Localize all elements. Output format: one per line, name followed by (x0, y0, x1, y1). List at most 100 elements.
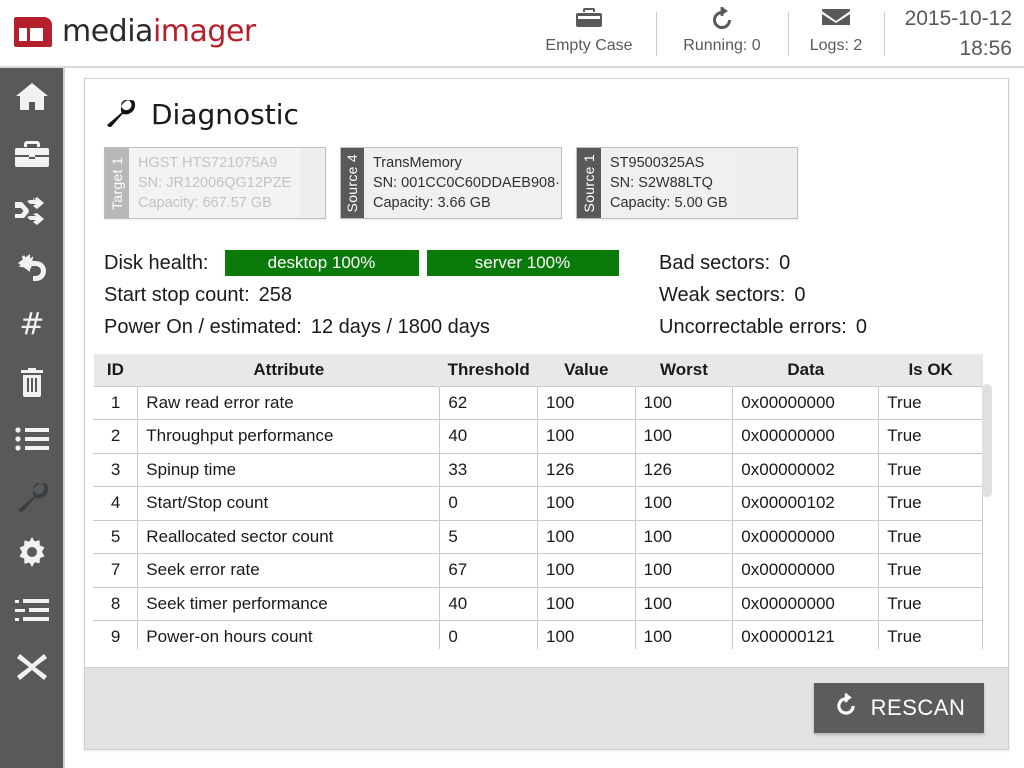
table-cell-id: 9 (93, 620, 139, 649)
weak-sectors-label: Weak sectors: (659, 283, 786, 306)
hash-icon: # (16, 309, 48, 341)
table-cell-is-ok: True (878, 553, 983, 588)
health-bar-server: server 100% (426, 250, 619, 276)
table-cell-is-ok: True (878, 486, 983, 521)
table-cell-value: 100 (537, 419, 636, 454)
table-cell-value: 100 (537, 553, 636, 588)
header-datetime: 2015-10-12 18:56 (905, 4, 1012, 64)
header-empty-case[interactable]: Empty Case (524, 6, 654, 62)
diagnostic-panel: Diagnostic Target 1 HGST HTS721075A9 SN:… (84, 78, 1009, 750)
table-row[interactable]: 8 Seek timer performance 40 100 100 0x0000000… (93, 586, 983, 621)
sidebar-item-home[interactable] (0, 68, 63, 125)
logo-wordmark: mediaimager (62, 14, 256, 49)
header-logs-label: Logs: 2 (809, 37, 863, 54)
drive-info: HGST HTS721075A9 SN: JR12006QG12PZE Capa… (129, 148, 301, 218)
table-cell-threshold: 67 (439, 553, 538, 588)
briefcase-icon (14, 139, 50, 169)
table-cell-attribute: Spinup time (137, 452, 441, 487)
table-row[interactable]: 2 Throughput performance 40 100 100 0x0000000… (93, 419, 983, 454)
sector-stats: Bad sectors: 0 Weak sectors: 0 Uncorrect… (659, 247, 867, 343)
bad-sectors-label: Bad sectors: (659, 251, 771, 274)
drive-card-source-1[interactable]: Source 1 ST9500325AS SN: S2W88LTQ Capaci… (576, 147, 798, 219)
wrench-icon (14, 480, 50, 512)
sidebar-item-settings[interactable] (0, 524, 63, 581)
mediaimager-logo-icon (14, 16, 52, 47)
table-cell-worst: 100 (635, 486, 734, 521)
table-cell-worst: 100 (635, 553, 734, 588)
table-cell-threshold: 62 (439, 385, 538, 420)
drive-model: HGST HTS721075A9 (138, 155, 278, 171)
drive-card-target-1[interactable]: Target 1 HGST HTS721075A9 SN: JR12006QG1… (104, 147, 326, 219)
table-cell-id: 8 (93, 586, 139, 621)
uncorrectable-errors-row: Uncorrectable errors: 0 (659, 311, 867, 343)
table-cell-threshold: 5 (439, 519, 538, 554)
header-logs[interactable]: Logs: 2 (790, 6, 882, 62)
table-scrollbar[interactable] (982, 384, 992, 646)
bad-sectors-value: 0 (779, 251, 791, 274)
wrench-icon (103, 97, 137, 132)
header-running[interactable]: Running: 0 (660, 6, 784, 62)
logo-text-primary: media (62, 14, 153, 49)
undo-arrow-icon (14, 252, 50, 284)
sidebar-item-wipe[interactable] (0, 353, 63, 410)
header-running-label: Running: 0 (683, 37, 761, 54)
column-header-attribute[interactable]: Attribute (137, 354, 441, 386)
drive-list: Target 1 HGST HTS721075A9 SN: JR12006QG1… (104, 147, 798, 219)
table-row[interactable]: 9 Power-on hours count 0 100 100 0x00000121 Tr… (93, 620, 983, 649)
column-header-id[interactable]: ID (93, 354, 139, 386)
drive-tab-label: Source 4 (341, 148, 364, 218)
table-cell-data: 0x00000121 (732, 620, 880, 649)
table-row[interactable]: 7 Seek error rate 67 100 100 0x00000000 True (93, 553, 983, 588)
column-header-value[interactable]: Value (537, 354, 636, 386)
header-date: 2015-10-12 (904, 7, 1012, 30)
start-stop-value: 258 (258, 283, 293, 306)
table-row[interactable]: 5 Reallocated sector count 5 100 100 0x000000… (93, 519, 983, 554)
table-cell-value: 126 (537, 452, 636, 487)
column-header-threshold[interactable]: Threshold (439, 354, 538, 386)
table-cell-worst: 100 (635, 586, 734, 621)
table-scrollbar-thumb[interactable] (982, 384, 992, 497)
table-row[interactable]: 3 Spinup time 33 126 126 0x00000002 True (93, 452, 983, 487)
table-cell-is-ok: True (878, 586, 983, 621)
close-x-icon (15, 652, 49, 682)
drive-capacity: Capacity: 5.00 GB (610, 195, 728, 211)
rescan-button[interactable]: RESCAN (814, 683, 984, 733)
table-cell-id: 2 (93, 419, 139, 454)
sidebar-item-list[interactable] (0, 410, 63, 467)
health-bar-desktop: desktop 100% (224, 250, 419, 276)
table-cell-data: 0x00000002 (732, 452, 880, 487)
sidebar-item-exit[interactable] (0, 638, 63, 695)
sidebar-item-hash[interactable]: # (0, 296, 63, 353)
table-header-row: ID Attribute Threshold Value Worst Data … (93, 354, 983, 386)
table-cell-is-ok: True (878, 419, 983, 454)
sidebar-item-transfer[interactable] (0, 182, 63, 239)
power-on-value: 12 days / 1800 days (310, 315, 490, 338)
drive-stats: Disk health: desktop 100% server 100% St… (104, 247, 994, 343)
table-cell-threshold: 40 (439, 586, 538, 621)
table-row[interactable]: 1 Raw read error rate 62 100 100 0x00000000 Tr… (93, 385, 983, 420)
bad-sectors-row: Bad sectors: 0 (659, 247, 867, 279)
app-header: mediaimager Empty Case Running: 0 Logs: … (0, 0, 1024, 68)
table-cell-value: 100 (537, 486, 636, 521)
sidebar-item-case[interactable] (0, 125, 63, 182)
drive-card-source-4[interactable]: Source 4 TransMemory SN: 001CC0C60DDAEB9… (340, 147, 562, 219)
shuffle-icon (13, 196, 51, 226)
header-divider (656, 12, 657, 56)
header-divider (788, 12, 789, 56)
gear-icon (15, 536, 49, 570)
column-header-data[interactable]: Data (732, 354, 880, 386)
list-indent-icon (14, 596, 50, 624)
sidebar-item-restore[interactable] (0, 239, 63, 296)
table-row[interactable]: 4 Start/Stop count 0 100 100 0x00000102 True (93, 486, 983, 521)
table-cell-attribute: Start/Stop count (137, 486, 441, 521)
sidebar-item-diagnostic[interactable] (0, 467, 63, 524)
rescan-rotate-icon (833, 692, 859, 724)
table-cell-worst: 100 (635, 620, 734, 649)
column-header-is-ok[interactable]: Is OK (878, 354, 983, 386)
table-cell-id: 7 (93, 553, 139, 588)
sidebar-item-log[interactable] (0, 581, 63, 638)
column-header-worst[interactable]: Worst (635, 354, 734, 386)
sidebar: # (0, 68, 65, 768)
smart-table-container[interactable]: ID Attribute Threshold Value Worst Data … (93, 353, 1001, 649)
power-on-label: Power On / estimated: (104, 315, 302, 338)
